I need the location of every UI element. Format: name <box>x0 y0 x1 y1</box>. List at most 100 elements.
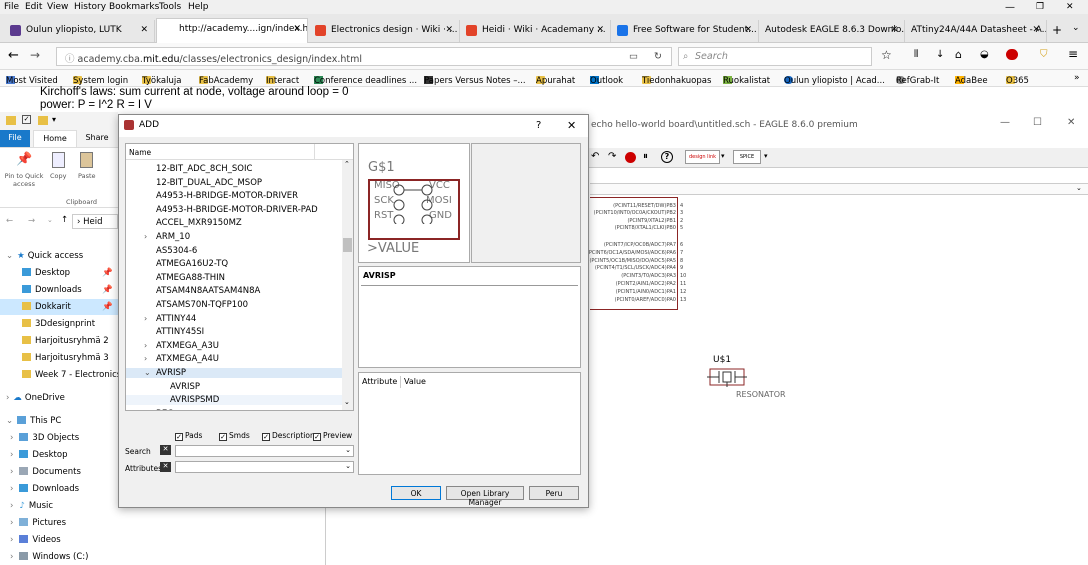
checkbox-preview[interactable]: ✓ Preview <box>313 431 352 441</box>
spice-icon[interactable]: SPICE <box>733 150 761 164</box>
up-icon[interactable]: ↑ <box>61 215 68 225</box>
nav-music[interactable]: › ♪ Music <box>10 501 53 511</box>
tree-item[interactable]: ATSAM4N8AATSAM4N8A <box>156 286 260 296</box>
clear-search-icon[interactable]: ✕ <box>160 445 171 455</box>
nav-windows-c[interactable]: › Windows (C:) <box>10 552 88 562</box>
download-icon[interactable]: ↓ <box>936 49 944 60</box>
qat-dropdown-icon[interactable]: ▾ <box>52 115 56 124</box>
close-tab-icon[interactable]: ✕ <box>890 25 898 35</box>
nav-pc-desktop[interactable]: › Desktop <box>10 450 67 460</box>
tree-item[interactable]: 12-BIT_ADC_8CH_SOIC <box>156 164 252 174</box>
tab-heidi-wiki[interactable]: Heidi · Wiki · Academany ... ✕ <box>460 20 611 42</box>
tree-item[interactable]: ATMEGA88-THIN <box>156 273 225 283</box>
new-tab-icon[interactable]: + <box>1052 23 1062 37</box>
nav-week7[interactable]: Week 7 - Electronics <box>22 370 121 380</box>
design-link-icon[interactable]: design link <box>685 150 720 164</box>
adblock-icon[interactable] <box>1006 49 1018 60</box>
nav-dokkarit[interactable]: Dokkarit 📌 <box>0 299 118 315</box>
undo-icon[interactable]: ↶ <box>591 151 599 162</box>
tree-item[interactable]: AVRISP <box>170 382 200 392</box>
forward-icon[interactable]: → <box>30 48 40 62</box>
help-button[interactable]: ? <box>536 120 541 131</box>
menu-bookmarks[interactable]: Bookmarks <box>109 2 159 12</box>
tree-scrollbar[interactable]: ⌃ ⌄ <box>342 160 353 410</box>
library-tree[interactable]: Name ⌃ 12-BIT_ADC_8CH_SOIC 12-BIT_DUAL_AD… <box>125 143 354 411</box>
tree-item[interactable]: ATTINY45SI <box>156 327 204 337</box>
nav-this-pc[interactable]: ⌄ This PC <box>6 416 61 426</box>
tree-item[interactable]: AS5304-6 <box>156 246 197 256</box>
nav-videos[interactable]: › Videos <box>10 535 61 545</box>
value-column-header[interactable]: Value <box>404 377 426 386</box>
column-divider[interactable] <box>314 144 315 159</box>
search-input[interactable]: ⌕ Search <box>678 47 872 66</box>
tab-academy[interactable]: http://academy....ign/index.html✕ <box>156 18 308 43</box>
tree-item[interactable]: BEC <box>156 409 173 410</box>
chevron-right-icon[interactable]: › <box>144 354 147 363</box>
column-divider[interactable] <box>400 376 401 388</box>
redo-icon[interactable]: ↷ <box>608 151 616 162</box>
checkbox-smds[interactable]: ✓ Smds <box>219 431 250 441</box>
pin-icon[interactable]: 📌 <box>16 152 32 167</box>
scroll-thumb[interactable] <box>343 238 352 252</box>
tab-electronics-wiki[interactable]: Electronics design · Wiki · ... ✕ <box>309 20 460 42</box>
tree-item[interactable]: AVRISPSMD <box>126 395 342 406</box>
nav-downloads[interactable]: Downloads 📌 <box>22 285 113 295</box>
checkbox-description-box[interactable]: ✓ <box>262 433 270 441</box>
minimize-icon[interactable]: — <box>1000 117 1010 128</box>
close-tab-icon[interactable]: ✕ <box>744 25 752 35</box>
share-tab[interactable]: Share <box>80 130 114 147</box>
ok-button[interactable]: OK <box>391 486 441 500</box>
tree-item[interactable]: ATXMEGA_A3U <box>156 341 219 351</box>
close-tab-icon[interactable]: ✕ <box>1032 25 1040 35</box>
resonator-symbol[interactable] <box>707 367 747 387</box>
nav-documents[interactable]: › Documents <box>10 467 81 477</box>
name-column-header[interactable]: Name <box>129 148 151 157</box>
tree-item[interactable]: AVRISP <box>126 368 342 378</box>
library-icon[interactable]: ⫴ <box>914 49 918 60</box>
attributes-combobox[interactable]: ⌄ <box>175 461 354 473</box>
tab-free-software[interactable]: Free Software for Student... ✕ <box>611 20 759 42</box>
reader-icon[interactable]: ▭ <box>629 51 638 62</box>
close-icon[interactable]: ✕ <box>1067 117 1075 128</box>
close-tab-icon[interactable]: ✕ <box>293 24 301 34</box>
nav-onedrive[interactable]: › ☁ OneDrive <box>6 393 65 403</box>
new-folder-icon[interactable] <box>38 116 48 125</box>
nav-3d-objects[interactable]: › 3D Objects <box>10 433 79 443</box>
nav-harjoitusryhma-2[interactable]: Harjoitusryhmä 2 <box>22 336 109 346</box>
dropdown-arrow-icon[interactable]: ▾ <box>764 152 768 160</box>
chevron-down-icon[interactable]: ⌄ <box>144 368 151 377</box>
attribute-column-header[interactable]: Attribute <box>362 377 397 386</box>
nav-3ddesignprint[interactable]: 3Ddesignprint <box>22 319 95 329</box>
tree-item[interactable]: ARM_10 <box>156 232 190 242</box>
home-icon[interactable]: ⌂ <box>955 48 962 61</box>
cancel-button[interactable]: Peru <box>529 486 579 500</box>
chevron-right-icon[interactable]: › <box>144 232 147 241</box>
tab-eagle-download[interactable]: Autodesk EAGLE 8.6.3 Downlo... ✕ <box>759 20 905 42</box>
checkbox-pads[interactable]: ✓ Pads <box>175 431 202 441</box>
tree-item[interactable]: A4953-H-BRIDGE-MOTOR-DRIVER-PAD <box>156 205 318 215</box>
tree-item[interactable]: ATXMEGA_A4U <box>156 354 219 364</box>
checkbox-description[interactable]: ✓ Description <box>262 431 315 441</box>
url-bar[interactable]: ⓘ academy.cba.mit.edu/classes/electronic… <box>56 47 672 66</box>
tree-item[interactable]: 12-BIT_DUAL_ADC_MSOP <box>156 178 262 188</box>
tree-item[interactable]: ACCEL_MXR9150MZ <box>156 218 242 228</box>
tab-oulun[interactable]: Oulun yliopisto, LUTK ✕ <box>4 20 155 42</box>
checkbox-pads-box[interactable]: ✓ <box>175 433 183 441</box>
stop-icon[interactable] <box>625 152 636 163</box>
home-tab[interactable]: Home <box>33 130 77 147</box>
shield-icon[interactable]: ⛉ <box>1040 49 1048 60</box>
nav-desktop[interactable]: Desktop 📌 <box>22 268 113 278</box>
restore-icon[interactable]: ❐ <box>1036 2 1044 12</box>
tree-item[interactable]: ATMEGA16U2-TQ <box>156 259 228 269</box>
tree-item[interactable]: ATSAMS70N-TQFP100 <box>156 300 248 310</box>
tree-item[interactable]: A4953-H-BRIDGE-MOTOR-DRIVER <box>156 191 298 201</box>
paste-icon[interactable] <box>80 152 93 168</box>
menu-help[interactable]: Help <box>188 2 209 12</box>
maximize-icon[interactable]: ☐ <box>1033 117 1042 128</box>
scroll-up-icon[interactable]: ⌃ <box>344 160 350 168</box>
file-tab[interactable]: File <box>0 130 30 147</box>
help-icon[interactable]: ? <box>661 151 673 163</box>
explorer-address-bar[interactable]: › Heid <box>72 214 118 229</box>
recent-dropdown-icon[interactable]: ⌄ <box>47 216 53 224</box>
nav-pictures[interactable]: › Pictures <box>10 518 66 528</box>
